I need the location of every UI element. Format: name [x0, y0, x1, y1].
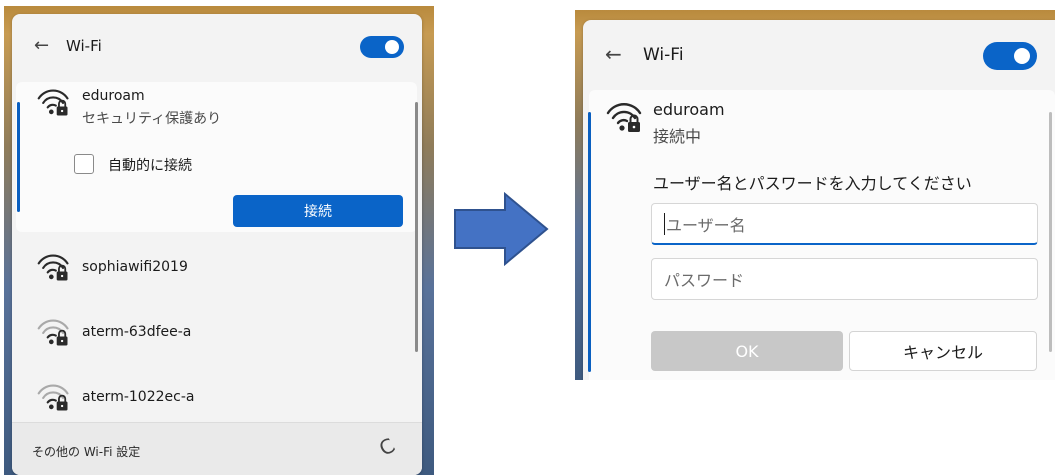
network-connection-status: 接続中 — [653, 127, 702, 146]
wifi-toggle[interactable] — [983, 42, 1037, 70]
auto-connect-label: 自動的に接続 — [108, 158, 192, 174]
wifi-secured-icon — [605, 100, 645, 134]
panel-title: Wi-Fi — [66, 37, 102, 55]
ok-button[interactable]: OK — [651, 331, 843, 371]
wifi-panel: ← Wi-Fi eduroam 接続中 ユーザー名とパスワードを入力してください… — [583, 20, 1055, 380]
network-name: aterm-1022ec-a — [82, 389, 195, 405]
network-list-item[interactable]: aterm-1022ec-a — [16, 372, 411, 422]
toggle-knob — [385, 40, 399, 54]
username-input[interactable]: ユーザー名 — [651, 203, 1038, 245]
panel-title: Wi-Fi — [643, 45, 684, 65]
network-list-item[interactable]: sophiawifi2019 — [16, 242, 411, 292]
network-name: sophiawifi2019 — [82, 259, 188, 275]
password-placeholder: パスワード — [664, 271, 745, 290]
text-cursor — [664, 212, 665, 235]
selection-indicator — [17, 102, 20, 212]
auto-connect-checkbox[interactable] — [74, 154, 94, 174]
right-screenshot: ← Wi-Fi eduroam 接続中 ユーザー名とパスワードを入力してください… — [575, 10, 1055, 380]
toggle-knob — [1014, 48, 1030, 64]
wifi-panel: ← Wi-Fi eduroam セキュリティ保護あり 自動的に接続 接続 sop… — [12, 14, 422, 475]
wifi-weak-secured-icon — [36, 317, 72, 347]
panel-footer: その他の Wi-Fi 設定 C — [12, 422, 422, 475]
wifi-toggle[interactable] — [360, 36, 404, 58]
network-name: eduroam — [653, 100, 725, 119]
connect-button[interactable]: 接続 — [233, 195, 403, 227]
refresh-icon[interactable]: C — [375, 433, 399, 461]
wifi-weak-secured-icon — [36, 382, 72, 412]
network-name: eduroam — [82, 88, 145, 104]
network-security-status: セキュリティ保護あり — [82, 111, 222, 127]
ok-button-label: OK — [735, 341, 759, 361]
back-arrow-icon[interactable]: ← — [605, 42, 622, 66]
network-list-item[interactable]: aterm-63dfee-a — [16, 307, 411, 357]
back-arrow-icon[interactable]: ← — [34, 35, 49, 56]
selection-indicator — [588, 112, 591, 372]
network-name: aterm-63dfee-a — [82, 324, 192, 340]
scrollbar[interactable] — [415, 102, 418, 352]
left-screenshot: ← Wi-Fi eduroam セキュリティ保護あり 自動的に接続 接続 sop… — [4, 6, 434, 475]
more-wifi-settings-link[interactable]: その他の Wi-Fi 設定 — [32, 443, 140, 460]
scrollbar[interactable] — [1049, 112, 1052, 352]
wifi-secured-icon — [36, 87, 72, 117]
cancel-button[interactable]: キャンセル — [849, 331, 1037, 371]
cancel-button-label: キャンセル — [902, 343, 983, 362]
username-placeholder: ユーザー名 — [666, 215, 746, 235]
password-input[interactable]: パスワード — [651, 258, 1038, 300]
connect-button-label: 接続 — [304, 204, 332, 220]
credentials-prompt: ユーザー名とパスワードを入力してください — [653, 174, 972, 193]
wifi-secured-icon — [36, 252, 72, 282]
transition-arrow-icon — [454, 192, 549, 266]
